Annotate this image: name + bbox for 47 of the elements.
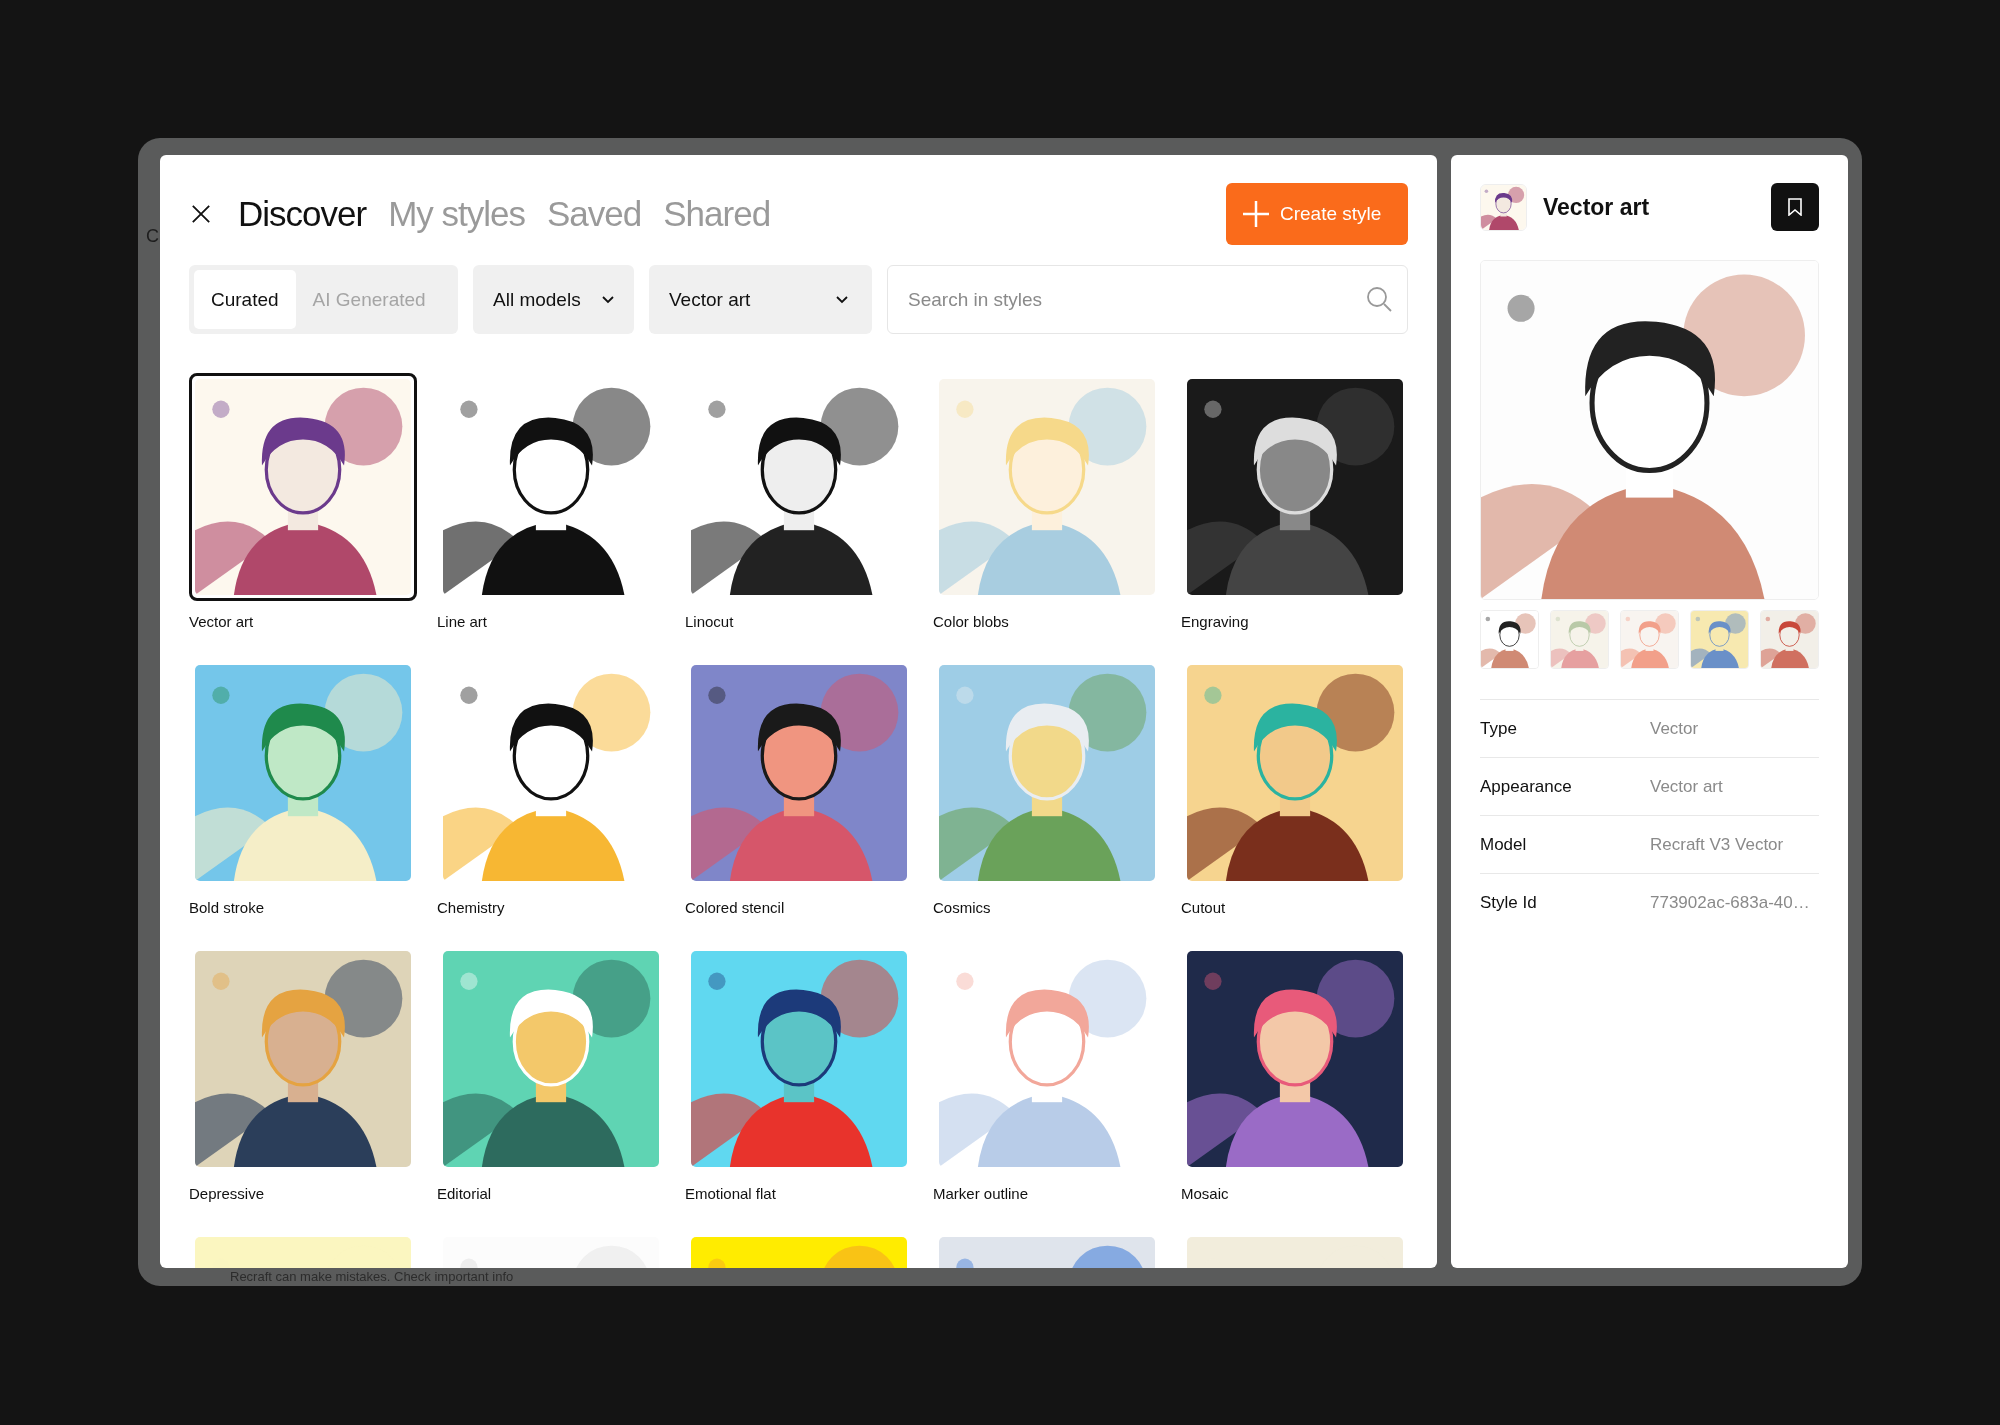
search-icon: [1366, 286, 1392, 312]
tab[interactable]: Shared: [663, 194, 771, 234]
detail-value: 773902ac-683a-40…: [1650, 892, 1810, 913]
dropdown[interactable]: Vector art: [649, 265, 872, 334]
style-name: Marker outline: [933, 1185, 1029, 1202]
style-title: Vector art: [1543, 193, 1651, 221]
detail-value: Recraft V3 Vector: [1650, 834, 1784, 855]
chevron-down-icon: [836, 295, 848, 304]
detail-label: Model: [1480, 834, 1528, 855]
example-thumbnail[interactable]: [1550, 610, 1609, 669]
detail-label: Type: [1480, 718, 1518, 739]
style-name: Line art: [437, 613, 488, 630]
plus-icon: [1242, 200, 1270, 228]
bookmark-button[interactable]: [1771, 183, 1819, 231]
detail-label: Style Id: [1480, 892, 1538, 913]
style-name: Color blobs: [933, 613, 1009, 630]
example-thumbnail[interactable]: [1760, 610, 1819, 669]
detail-value: Vector art: [1650, 776, 1723, 797]
search-field[interactable]: Search in styles: [887, 265, 1408, 334]
style-name: Cutout: [1181, 899, 1226, 916]
style-name: Cosmics: [933, 899, 991, 916]
background-text: C: [146, 226, 159, 247]
style-name: Colored stencil: [685, 899, 785, 916]
style-name: Mosaic: [1181, 1185, 1229, 1202]
example-thumbnail[interactable]: [1620, 610, 1679, 669]
style-name: Linocut: [685, 613, 734, 630]
detail-value: Vector: [1650, 718, 1699, 739]
tab[interactable]: My styles: [388, 194, 525, 234]
tab[interactable]: Saved: [547, 194, 642, 234]
chevron-down-icon: [602, 295, 614, 304]
close-icon[interactable]: [191, 204, 211, 224]
style-name: Engraving: [1181, 613, 1249, 630]
detail-label: Appearance: [1480, 776, 1573, 797]
tab[interactable]: Discover: [238, 194, 367, 234]
bookmark-icon: [1788, 198, 1802, 216]
style-name: Bold stroke: [189, 899, 265, 916]
create-style-button[interactable]: Create style: [1226, 183, 1408, 245]
style-name: Depressive: [189, 1185, 265, 1202]
example-thumbnail[interactable]: [1690, 610, 1749, 669]
style-name: Emotional flat: [685, 1185, 776, 1202]
example-thumbnail[interactable]: [1480, 610, 1539, 669]
dropdown[interactable]: All models: [473, 265, 634, 334]
style-name: Vector art: [189, 613, 254, 630]
style-name: Editorial: [437, 1185, 492, 1202]
toggle-option[interactable]: AI Generated: [295, 270, 443, 329]
style-name: Chemistry: [437, 899, 505, 916]
toggle-option[interactable]: Curated: [194, 270, 296, 329]
